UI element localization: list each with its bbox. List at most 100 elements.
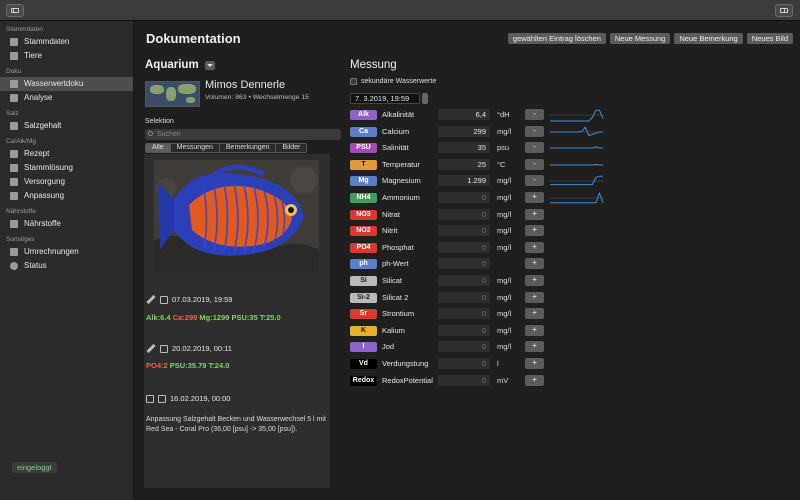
- sidebar-item-anpassung[interactable]: Anpassung: [0, 189, 133, 203]
- sidebar-item-label: Versorgung: [24, 177, 65, 186]
- sidebar-item-label: Wasserwertdoku: [24, 79, 84, 88]
- param-value-input[interactable]: 0: [438, 241, 490, 253]
- collapse-chart-button[interactable]: -: [525, 125, 544, 137]
- filter-images[interactable]: Bilder: [276, 144, 307, 152]
- param-value-input[interactable]: 299: [438, 125, 490, 137]
- param-value-input[interactable]: 0: [438, 308, 490, 320]
- param-row-k: K Kalium 0 mg/l +: [350, 324, 790, 337]
- search-input[interactable]: Suchen: [145, 129, 341, 140]
- note-icon[interactable]: [146, 394, 154, 403]
- new-measurement-button[interactable]: Neue Messung: [609, 33, 671, 44]
- param-badge: K: [350, 325, 377, 336]
- salt-icon: [10, 122, 18, 130]
- collapse-chart-button[interactable]: -: [525, 142, 544, 154]
- edit-icon[interactable]: [146, 343, 156, 354]
- expand-chart-button[interactable]: +: [525, 291, 544, 303]
- expand-chart-button[interactable]: +: [525, 341, 544, 353]
- sidebar-item-rezept[interactable]: Rezept: [0, 147, 133, 161]
- entry-1-header[interactable]: 07.03.2019, 19:59: [146, 294, 232, 305]
- secondary-values-checkbox[interactable]: [350, 78, 357, 85]
- entry-1-value-alk: Alk:6.4: [146, 313, 171, 322]
- param-name: ph-Wert: [382, 259, 409, 269]
- entry-2-datetime: 20.02.2019, 00:11: [172, 344, 232, 353]
- param-value-input[interactable]: 1.299: [438, 175, 490, 187]
- sidebar-item-wasserwertdoku[interactable]: Wasserwertdoku: [0, 77, 133, 91]
- entry-2-header[interactable]: 20.02.2019, 00:11: [146, 343, 232, 354]
- new-image-button[interactable]: Neues Bild: [746, 33, 793, 44]
- param-row-ph: ph ph-Wert 0 +: [350, 258, 790, 270]
- delete-entry-button[interactable]: gewählten Eintrag löschen: [507, 33, 606, 44]
- param-value-input[interactable]: 0: [438, 225, 490, 237]
- sidebar-item-stammdaten[interactable]: Stammdaten: [0, 35, 133, 49]
- expand-chart-button[interactable]: +: [525, 374, 544, 386]
- chart-icon: [10, 94, 18, 102]
- sidebar-item-nährstoffe[interactable]: Nährstoffe: [0, 217, 133, 231]
- toggle-sidebar-button[interactable]: [6, 4, 24, 17]
- collapse-chart-button[interactable]: -: [525, 109, 544, 120]
- param-row-vd: Vd Verdungstung 0 l +: [350, 358, 790, 370]
- param-value-input[interactable]: 0: [438, 341, 490, 353]
- param-value-input[interactable]: 0: [438, 358, 490, 369]
- param-value-input[interactable]: 0: [438, 374, 490, 386]
- param-value-input[interactable]: 0: [438, 324, 490, 336]
- expand-chart-button[interactable]: +: [525, 208, 544, 220]
- supply-icon: [10, 178, 18, 186]
- date-stepper[interactable]: [422, 93, 428, 104]
- expand-chart-button[interactable]: +: [525, 258, 544, 270]
- expand-chart-button[interactable]: +: [525, 308, 544, 320]
- collapse-chart-button[interactable]: -: [525, 158, 544, 170]
- filter-measurements[interactable]: Messungen: [170, 144, 220, 152]
- sidebar-section-header: Sonstiges: [6, 236, 35, 243]
- sidebar-item-tiere[interactable]: Tiere: [0, 49, 133, 63]
- param-value-input[interactable]: 0: [438, 258, 490, 270]
- sidebar-item-status[interactable]: Status: [0, 259, 133, 273]
- expand-chart-button[interactable]: +: [525, 358, 544, 369]
- param-value-input[interactable]: 6,4: [438, 109, 490, 120]
- sidebar-item-stammlösung[interactable]: Stammlösung: [0, 161, 133, 175]
- sidebar-item-label: Stammlösung: [24, 163, 73, 172]
- param-unit: mg/l: [497, 309, 512, 319]
- param-value-input[interactable]: 0: [438, 192, 490, 203]
- expand-chart-button[interactable]: +: [525, 241, 544, 253]
- filter-notes[interactable]: Bemerkungen: [219, 144, 277, 152]
- param-sparkline: [549, 109, 604, 122]
- sidebar-item-analyse[interactable]: Analyse: [0, 91, 133, 105]
- entry-feed[interactable]: 07.03.2019, 19:59 Alk:6.4 Ca:299 Mg:1299…: [144, 154, 330, 488]
- entry-3-header[interactable]: 16.02.2019, 00:00: [146, 394, 230, 403]
- fish-photo[interactable]: [154, 160, 319, 272]
- expand-chart-button[interactable]: +: [525, 324, 544, 336]
- toggle-inspector-button[interactable]: [775, 4, 793, 17]
- document-icon: [10, 80, 18, 88]
- param-badge: Alk: [350, 110, 377, 120]
- param-value-input[interactable]: 0: [438, 275, 490, 286]
- param-value-input[interactable]: 0: [438, 291, 490, 303]
- param-value-input[interactable]: 35: [438, 142, 490, 154]
- expand-chart-button[interactable]: +: [525, 192, 544, 203]
- sidebar-item-salzgehalt[interactable]: Salzgehalt: [0, 119, 133, 133]
- new-note-button[interactable]: Neue Bemerkung: [674, 33, 743, 44]
- aquarium-dropdown[interactable]: [204, 60, 215, 70]
- measurement-date-field[interactable]: 7. 3.2019, 19:59: [350, 93, 420, 104]
- collapse-chart-button[interactable]: -: [525, 175, 544, 187]
- param-name: Silicat: [382, 276, 403, 285]
- edit-icon[interactable]: [146, 294, 156, 305]
- param-value-input[interactable]: 0: [438, 208, 490, 220]
- param-row-t: T Temperatur 25 °C -: [350, 158, 790, 171]
- param-row-mg: Mg Magnesium 1.299 mg/l -: [350, 175, 790, 187]
- param-badge: NO2: [350, 226, 377, 237]
- expand-chart-button[interactable]: +: [525, 275, 544, 286]
- window-titlebar: [0, 0, 800, 21]
- expand-chart-button[interactable]: +: [525, 225, 544, 237]
- param-name: Verdungstung: [382, 359, 429, 368]
- sidebar-section-header: Nährstoffe: [6, 208, 36, 215]
- sidebar-section-header: Salz: [6, 110, 19, 117]
- filter-all[interactable]: Alle: [146, 144, 171, 152]
- sidebar-item-umrechnungen[interactable]: Umrechnungen: [0, 245, 133, 259]
- param-value-input[interactable]: 25: [438, 158, 490, 170]
- sidebar-item-label: Salzgehalt: [24, 121, 62, 130]
- param-badge: NO3: [350, 209, 377, 220]
- inspector-icon: [780, 8, 788, 13]
- sidebar-item-label: Rezept: [24, 149, 50, 158]
- secondary-values-toggle[interactable]: sekundäre Wasserwerte: [350, 78, 436, 85]
- sidebar-item-versorgung[interactable]: Versorgung: [0, 175, 133, 189]
